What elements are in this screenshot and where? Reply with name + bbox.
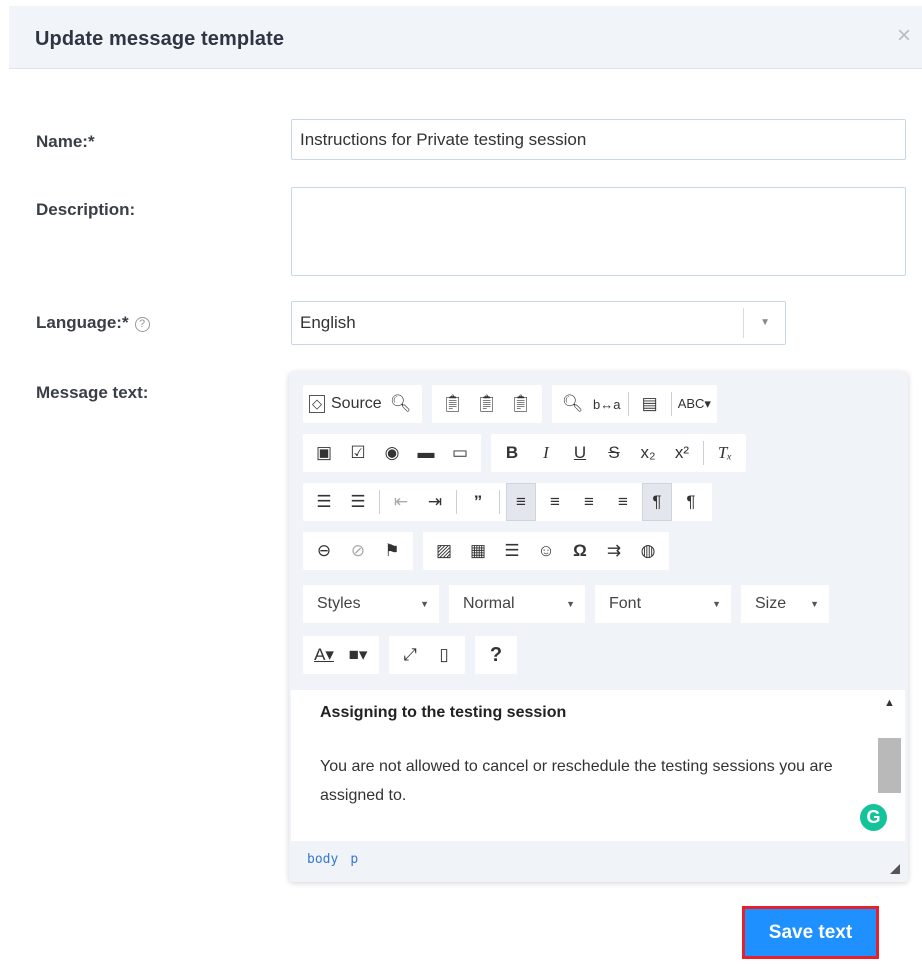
toolbar-separator [670,392,672,416]
scroll-up-icon[interactable]: ▲ [884,697,895,709]
element-path: body p [307,852,370,867]
language-select[interactable]: English ▼ [291,301,786,345]
page-break-icon[interactable]: ⇉ [599,536,629,566]
scroll-thumb[interactable] [878,738,901,793]
source-label: Source [331,395,382,412]
select-all-icon[interactable]: ▤ [635,389,665,419]
size-label: Size [755,595,787,612]
toolbar-separator [499,490,500,514]
font-dropdown[interactable]: Font ▼ [595,585,731,623]
format-label: Normal [463,595,515,612]
indent-icon[interactable]: ⇥ [420,487,450,517]
strikethrough-icon[interactable]: S [599,438,629,468]
bold-icon[interactable]: B [497,438,527,468]
dialog-header: Update message template × [9,6,922,69]
outdent-icon[interactable]: ⇤ [386,487,416,517]
resize-handle[interactable] [890,864,900,874]
special-char-icon[interactable]: Ω [565,536,595,566]
numbered-list-icon[interactable]: ☰ [309,487,339,517]
message-text-label: Message text: [36,383,149,402]
blockquote-icon[interactable]: ” [463,487,493,517]
select-divider [743,308,744,338]
radio-icon[interactable]: ◉ [377,438,407,468]
name-field[interactable]: Instructions for Private testing session [291,119,906,160]
styles-label: Styles [317,595,361,612]
description-label: Description: [36,200,136,219]
button-icon[interactable]: ▭ [445,438,475,468]
chevron-down-icon: ▼ [712,599,721,609]
name-label: Name:* [36,132,95,151]
rich-text-editor: ◇ Source 🔍︎ 📋︎ 📋︎ 📋︎ 🔍︎ b↔a ▤ ABC▾ ▣ ☑ ◉… [289,372,908,882]
maximize-icon[interactable]: ⤢ [395,640,425,670]
image-icon[interactable]: ▨ [429,536,459,566]
preview-icon[interactable]: 🔍︎ [386,389,416,419]
language-label-row: Language:*? [36,313,150,333]
chevron-down-icon: ▼ [810,599,819,609]
justify-icon[interactable]: ≡ [608,487,638,517]
text-direction-rtl-icon[interactable]: ¶ [676,487,706,517]
text-color-icon[interactable]: A▾ [309,640,339,670]
grammarly-icon[interactable]: G [860,804,887,831]
description-field[interactable] [291,187,906,276]
font-label: Font [609,595,642,612]
align-right-icon[interactable]: ≡ [574,487,604,517]
form-icon[interactable]: ▣ [309,438,339,468]
background-color-icon[interactable]: ■▾ [343,640,373,670]
link-icon[interactable]: ⊖ [309,536,339,566]
format-dropdown[interactable]: Normal ▼ [449,585,585,623]
show-blocks-icon[interactable]: ▯ [429,640,459,670]
remove-format-icon[interactable]: Tₓ [710,438,740,468]
paste-icon[interactable]: 📋︎ [438,389,468,419]
path-item-p[interactable]: p [350,852,358,867]
bulleted-list-icon[interactable]: ☰ [343,487,373,517]
content-heading: Assigning to the testing session [320,704,567,721]
language-label: Language:* [36,313,129,332]
subscript-icon[interactable]: x₂ [633,438,663,468]
dialog-title: Update message template [35,28,285,50]
italic-icon[interactable]: I [531,438,561,468]
editor-content[interactable]: Assigning to the testing session You are… [291,690,875,841]
align-center-icon[interactable]: ≡ [540,487,570,517]
help-button[interactable]: ? [481,640,511,670]
close-icon[interactable]: × [892,24,916,48]
table-icon[interactable]: ▦ [463,536,493,566]
smiley-icon[interactable]: ☺ [531,536,561,566]
align-left-icon[interactable]: ≡ [506,483,536,521]
chevron-down-icon: ▼ [420,599,429,609]
anchor-flag-icon[interactable]: ⚑ [377,536,407,566]
checkbox-icon[interactable]: ☑ [343,438,373,468]
source-icon: ◇ [309,395,325,413]
chevron-down-icon[interactable]: ▼ [760,317,770,328]
paste-text-icon[interactable]: 📋︎ [472,389,502,419]
spellcheck-icon[interactable]: ABC▾ [678,389,711,419]
textfield-icon[interactable]: ▬ [411,438,441,468]
unlink-icon[interactable]: ⊘ [343,536,373,566]
underline-icon[interactable]: U [565,438,595,468]
chevron-down-icon: ▼ [566,599,575,609]
replace-icon[interactable]: b↔a [592,389,622,419]
save-text-button[interactable]: Save text [742,906,879,959]
horizontal-line-icon[interactable]: ☰ [497,536,527,566]
language-value: English [300,313,356,332]
toolbar-separator [379,490,380,514]
toolbar-separator [456,490,457,514]
path-item-body[interactable]: body [307,852,338,867]
size-dropdown[interactable]: Size ▼ [741,585,829,623]
paste-word-icon[interactable]: 📋︎ [506,389,536,419]
source-button[interactable]: ◇ Source [309,389,382,419]
find-icon[interactable]: 🔍︎ [558,389,588,419]
text-direction-ltr-icon[interactable]: ¶ [642,483,672,521]
help-icon[interactable]: ? [134,317,150,332]
content-paragraph: You are not allowed to cancel or resched… [320,758,833,804]
toolbar-separator [627,392,629,416]
superscript-icon[interactable]: x² [667,438,697,468]
styles-dropdown[interactable]: Styles ▼ [303,585,439,623]
toolbar-separator [703,441,704,465]
iframe-icon[interactable]: ◍ [633,536,663,566]
